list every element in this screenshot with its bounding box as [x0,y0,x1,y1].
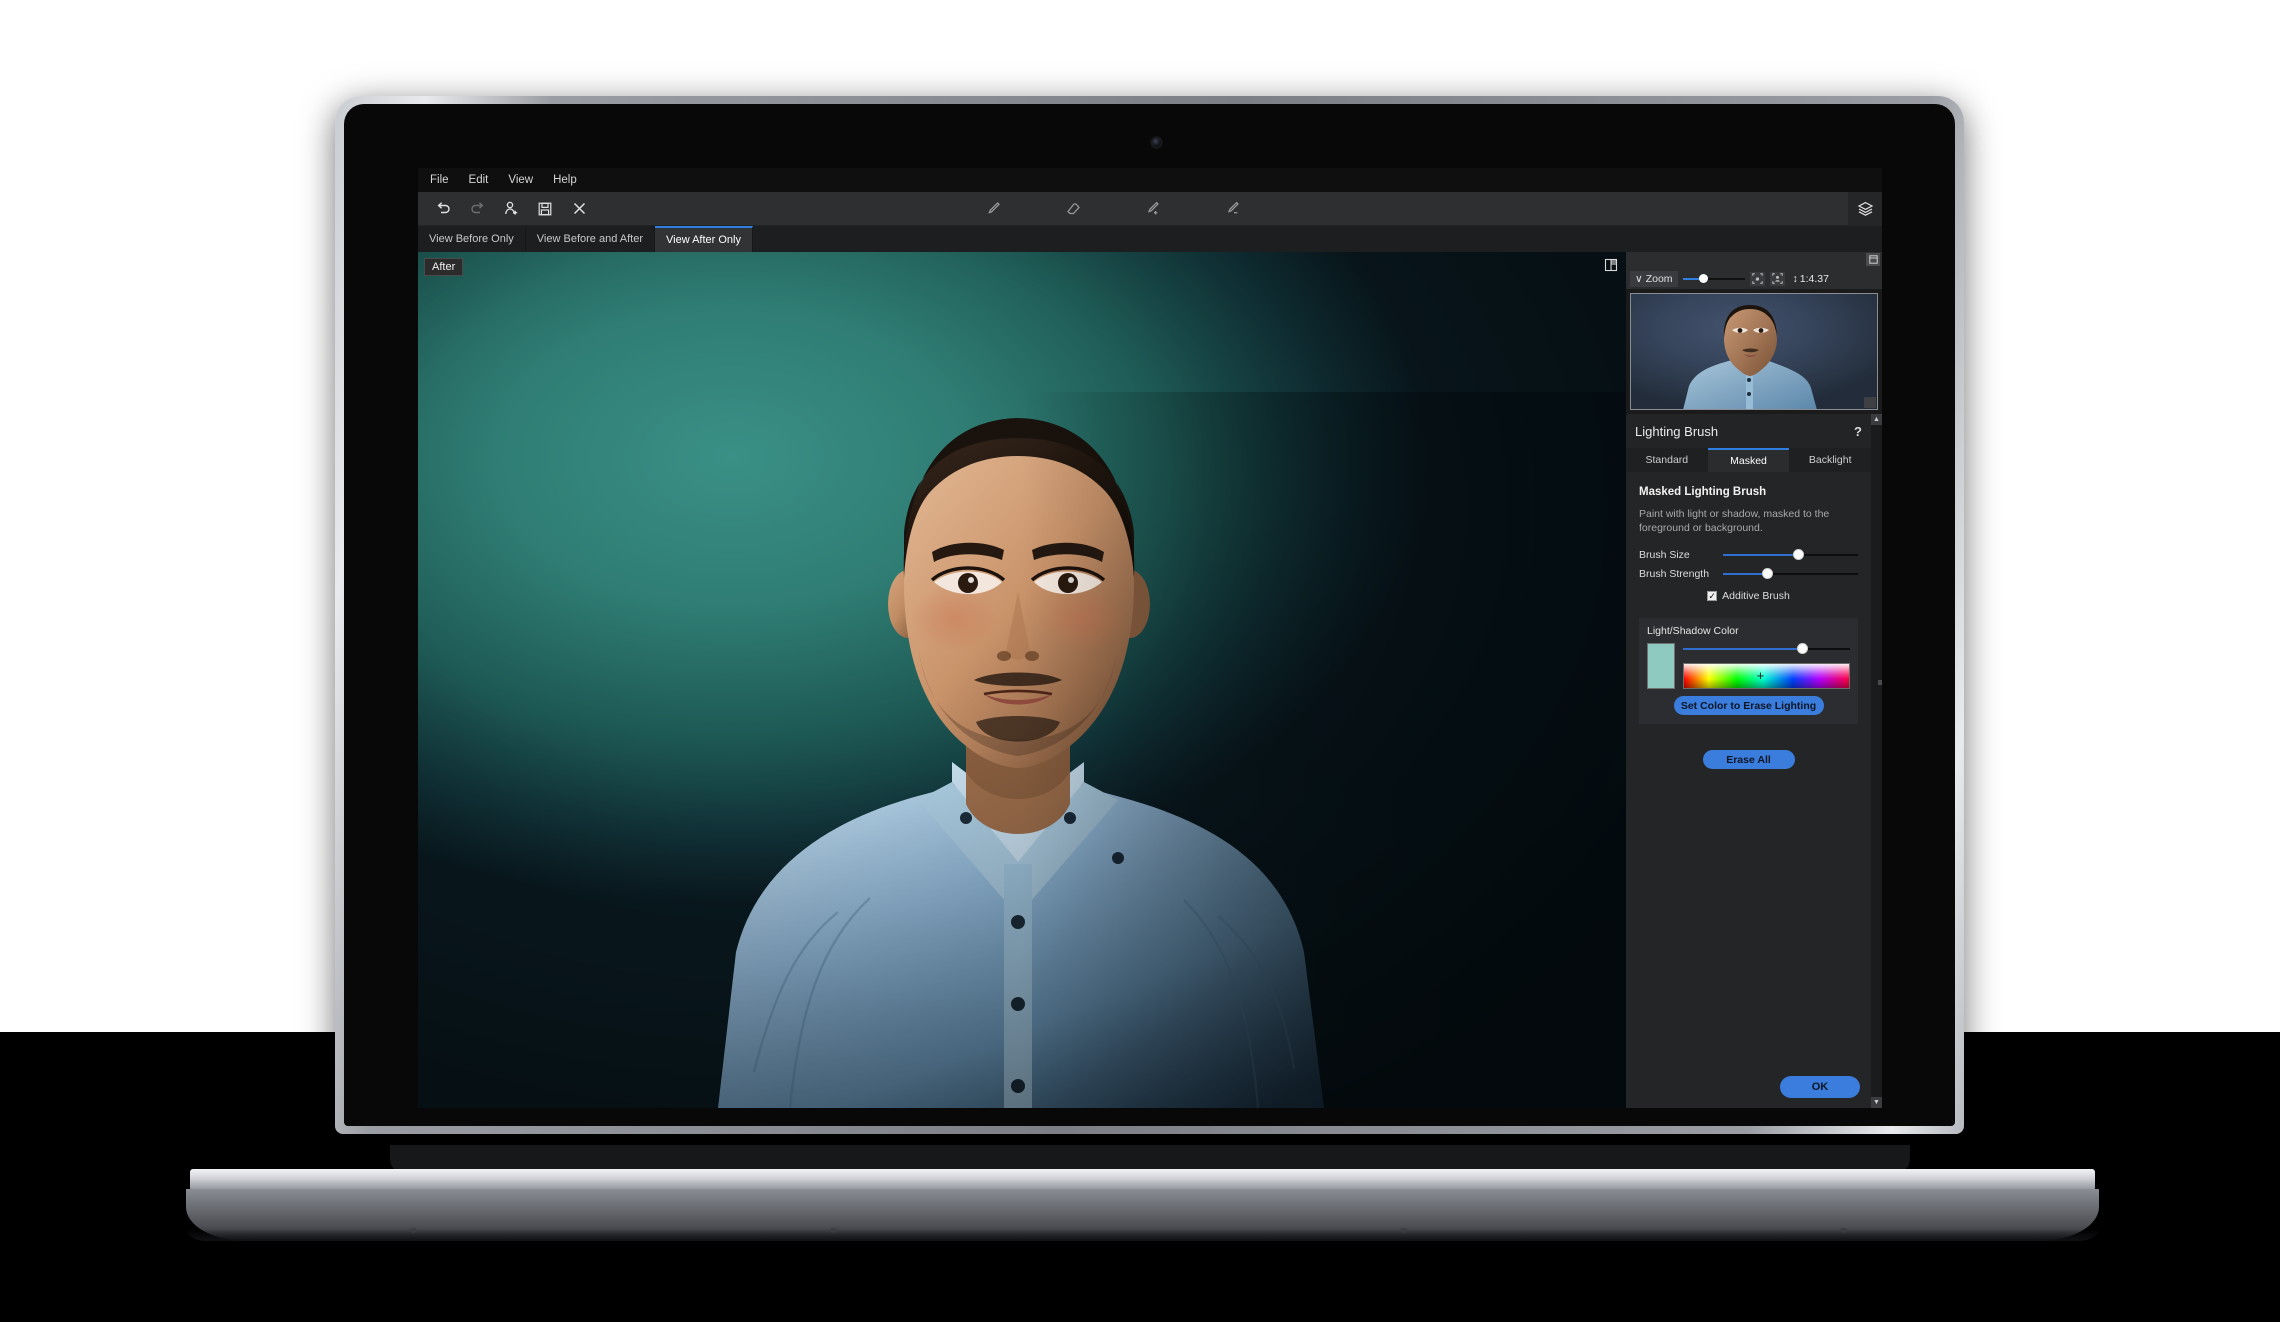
color-section-title: Light/Shadow Color [1647,625,1850,637]
brush-strength-label: Brush Strength [1639,568,1723,580]
image-canvas[interactable]: After [418,252,1626,1108]
ok-button[interactable]: OK [1780,1076,1860,1098]
slider-knob[interactable] [1797,643,1808,654]
menu-bar: File Edit View Help [418,168,1882,192]
tab-view-after-only[interactable]: View After Only [655,226,753,252]
stepper-icon[interactable]: ↕ [1793,273,1798,285]
resize-grip-icon[interactable] [1864,397,1876,408]
ok-row: OK [1780,1076,1860,1098]
lighting-brush-tabs: Standard Masked Backlight [1626,448,1871,472]
tab-view-before-and-after[interactable]: View Before and After [526,226,655,252]
additive-brush-row[interactable]: ✓ Additive Brush [1639,590,1858,602]
slider-knob[interactable] [1793,549,1804,560]
workspace: After [418,252,1882,1108]
right-panel: ∨ Zoom [1626,252,1882,1108]
zoom-toolbar: ∨ Zoom [1626,268,1882,290]
lighting-brush-header: Lighting Brush ? [1626,414,1871,448]
slider-fill [1683,648,1803,650]
eraser-tool-icon[interactable] [1058,194,1088,224]
chevron-down-icon: ∨ [1635,273,1643,285]
fit-to-window-icon[interactable] [1750,272,1765,286]
section-title: Masked Lighting Brush [1639,486,1858,498]
view-mode-tabs: View Before Only View Before and After V… [418,226,1882,252]
brush-strength-row: Brush Strength [1639,568,1858,580]
erase-all-button[interactable]: Erase All [1703,750,1795,769]
erase-all-row: Erase All [1639,750,1858,769]
navigator-thumbnail-image [1631,294,1877,410]
brush-size-slider[interactable] [1723,549,1858,561]
color-picker-cursor[interactable]: + [1757,671,1765,681]
toolbar-left-group [418,194,594,224]
zoom-slider[interactable] [1683,273,1745,285]
base-foot [830,1228,837,1233]
panel-title: Lighting Brush [1635,424,1718,439]
slider-fill [1723,573,1768,575]
toolbar-tool-group [978,194,1248,224]
scroll-down-arrow-icon[interactable]: ▼ [1871,1097,1882,1108]
save-icon[interactable] [530,194,560,224]
brush-strength-slider[interactable] [1723,568,1858,580]
brush-size-row: Brush Size [1639,549,1858,561]
additive-brush-checkbox[interactable]: ✓ [1707,591,1717,601]
tab-masked[interactable]: Masked [1708,448,1790,472]
menu-item-view[interactable]: View [508,174,533,186]
collapse-icon[interactable] [1866,253,1880,266]
after-label: After [424,258,463,276]
tab-standard[interactable]: Standard [1626,448,1708,472]
brush-subtract-tool-icon[interactable] [1218,194,1248,224]
set-color-to-erase-lighting-button[interactable]: Set Color to Erase Lighting [1674,696,1824,715]
menu-item-help[interactable]: Help [553,174,577,186]
zoom-label: Zoom [1646,273,1673,285]
navigator-titlebar [1626,252,1882,268]
base-foot [1840,1228,1847,1233]
zoom-ratio-field[interactable]: ↕ 1:4.37 [1790,272,1832,286]
brush-add-tool-icon[interactable] [1138,194,1168,224]
section-description: Paint with light or shadow, masked to th… [1639,507,1858,535]
color-swatch[interactable] [1647,643,1675,689]
laptop-base-top [190,1169,2095,1191]
slider-knob[interactable] [1762,568,1773,579]
base-foot [1400,1228,1407,1233]
webcam-icon [1152,138,1161,147]
zoom-ratio-value: 1:4.37 [1800,273,1829,285]
color-right-column: + [1683,643,1850,689]
slider-fill [1723,554,1799,556]
color-controls: + [1647,643,1850,689]
tab-view-before-only[interactable]: View Before Only [418,226,526,252]
scrollbar-thumb[interactable] [1878,680,1883,685]
laptop-base-body [186,1189,2099,1241]
lighting-brush-content: Lighting Brush ? Standard Masked Backlig… [1626,414,1871,1108]
color-brightness-slider[interactable] [1683,643,1850,658]
screenshot-stage: File Edit View Help [0,0,2280,1322]
compare-icon[interactable] [1604,258,1618,277]
close-icon[interactable] [564,194,594,224]
zoom-dropdown[interactable]: ∨ Zoom [1630,271,1678,287]
set-color-row: Set Color to Erase Lighting [1647,696,1850,715]
zoom-slider-knob[interactable] [1699,274,1708,283]
application-window: File Edit View Help [418,168,1882,1108]
navigator-thumbnail[interactable] [1630,293,1878,410]
color-picker-gradient[interactable]: + [1683,663,1850,689]
photo-vignette [418,252,1626,1108]
tab-backlight[interactable]: Backlight [1789,448,1871,472]
undo-icon[interactable] [428,194,458,224]
scroll-up-arrow-icon[interactable]: ▲ [1871,414,1882,425]
light-shadow-color-section: Light/Shadow Color [1639,618,1858,724]
redo-icon[interactable] [462,194,492,224]
additive-brush-label: Additive Brush [1722,590,1790,602]
panel-scrollbar[interactable]: ▲ ▼ [1871,414,1882,1108]
lighting-brush-panel: Lighting Brush ? Standard Masked Backlig… [1626,414,1882,1108]
add-person-icon[interactable] [496,194,526,224]
help-icon[interactable]: ? [1854,424,1862,439]
base-foot [410,1228,417,1233]
menu-item-file[interactable]: File [430,174,449,186]
masked-brush-settings: Masked Lighting Brush Paint with light o… [1626,472,1871,1108]
menu-item-edit[interactable]: Edit [469,174,489,186]
main-toolbar [418,192,1882,226]
zoom-to-subject-icon[interactable] [1770,272,1785,286]
navigator-panel [1626,290,1882,414]
brush-size-label: Brush Size [1639,549,1723,561]
brush-tool-icon[interactable] [978,194,1008,224]
layers-icon[interactable] [1848,192,1882,226]
